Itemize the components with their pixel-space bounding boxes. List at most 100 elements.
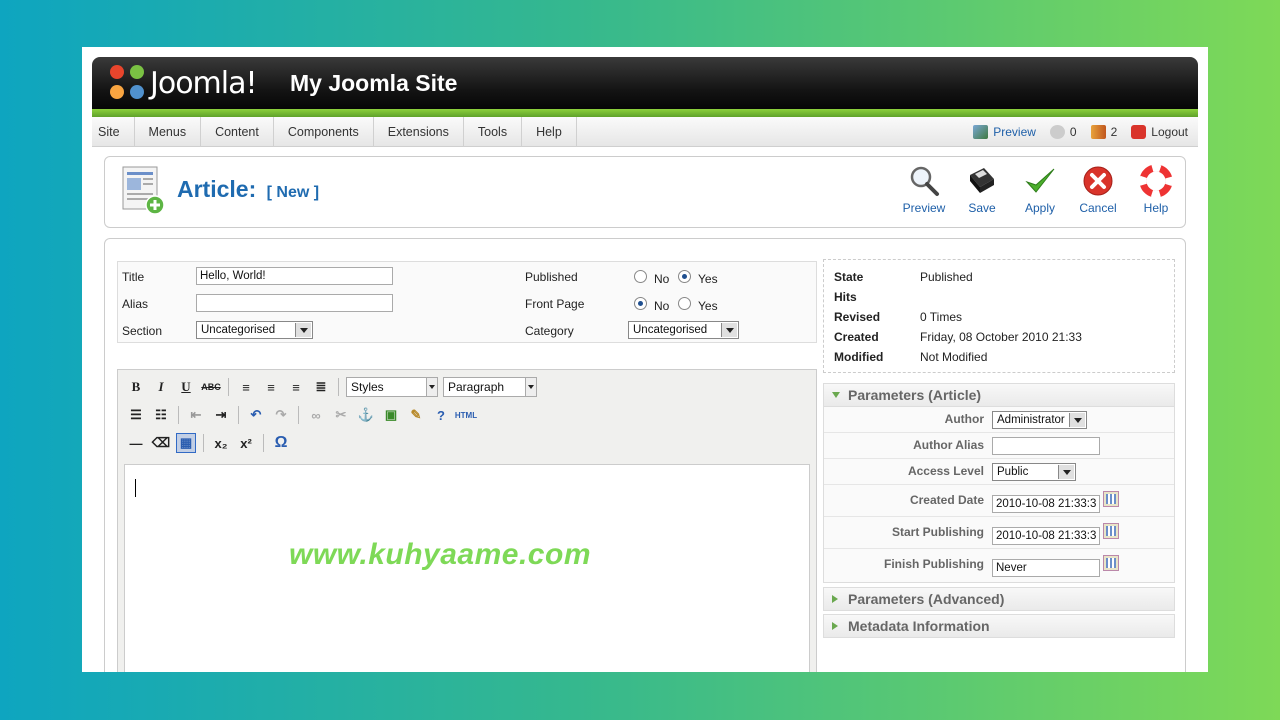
editor-toolbar-row-2: ☰ ☷ ⇤ ⇥ ↶ ↷ ∞ ✂ ⚓ ▣ ✎ ? HTML xyxy=(126,405,477,425)
published-no-label: No xyxy=(654,272,670,286)
anchor-icon[interactable]: ⚓ xyxy=(356,405,376,425)
logout-link[interactable]: Logout xyxy=(1131,125,1188,139)
save-button[interactable]: Save xyxy=(963,165,1001,215)
metadata-information-header[interactable]: Metadata Information xyxy=(823,614,1175,638)
align-justify-icon[interactable]: ≣ xyxy=(311,377,331,397)
users-online[interactable]: 2 xyxy=(1090,125,1117,139)
category-select[interactable]: Uncategorised xyxy=(628,321,739,339)
underline-icon[interactable]: U xyxy=(176,377,196,397)
created-date-input[interactable] xyxy=(992,495,1100,513)
messages-count[interactable]: 0 xyxy=(1049,125,1077,139)
chevron-right-icon xyxy=(832,595,838,603)
calendar-icon[interactable] xyxy=(1103,555,1119,571)
menu-item-site[interactable]: Site xyxy=(92,117,135,147)
parameters-advanced-header[interactable]: Parameters (Advanced) xyxy=(823,587,1175,611)
menu-item-extensions[interactable]: Extensions xyxy=(374,117,464,147)
preview-link[interactable]: Preview xyxy=(973,125,1036,139)
menu-item-tools[interactable]: Tools xyxy=(464,117,523,147)
lifebuoy-icon xyxy=(1140,165,1172,197)
align-center-icon[interactable]: ≡ xyxy=(261,377,281,397)
section-select[interactable]: Uncategorised xyxy=(196,321,313,339)
align-left-icon[interactable]: ≡ xyxy=(236,377,256,397)
apply-button[interactable]: Apply xyxy=(1021,165,1059,215)
author-select-value: Administrator xyxy=(997,414,1065,426)
calendar-icon[interactable] xyxy=(1103,523,1119,539)
eraser-icon[interactable]: ⌫ xyxy=(151,433,171,453)
menu-item-content[interactable]: Content xyxy=(201,117,274,147)
finish-publishing-row: Finish Publishing xyxy=(824,549,1174,581)
bold-icon[interactable]: B xyxy=(126,377,146,397)
section-select-value: Uncategorised xyxy=(201,324,276,336)
visual-aid-icon[interactable]: ▦ xyxy=(176,433,196,453)
styles-select[interactable]: Styles xyxy=(346,377,438,397)
created-label: Created xyxy=(834,330,879,344)
frontpage-yes-radio[interactable] xyxy=(678,297,691,310)
parameters-article-panel: Author Administrator Author Alias Access… xyxy=(823,407,1175,583)
preview-button-label: Preview xyxy=(902,201,946,215)
indent-icon[interactable]: ⇥ xyxy=(211,405,231,425)
apply-button-label: Apply xyxy=(1024,201,1056,215)
cleanup-icon[interactable]: ✎ xyxy=(406,405,426,425)
toolbar-actions: Preview Save Apply Cancel Help xyxy=(902,165,1175,215)
numbered-list-icon[interactable]: ☷ xyxy=(151,405,171,425)
title-input[interactable] xyxy=(196,267,393,285)
bullet-list-icon[interactable]: ☰ xyxy=(126,405,146,425)
align-right-icon[interactable]: ≡ xyxy=(286,377,306,397)
admin-header: Joomla! My Joomla Site xyxy=(92,57,1198,117)
article-form: Title Alias Section Uncategorised Publis… xyxy=(104,238,1186,672)
preview-site-icon xyxy=(973,125,989,139)
special-character-icon[interactable]: Ω xyxy=(271,433,291,453)
strikethrough-icon[interactable]: ABC xyxy=(201,377,221,397)
help-button[interactable]: Help xyxy=(1137,165,1175,215)
format-select[interactable]: Paragraph xyxy=(443,377,537,397)
logo-text: Joomla! xyxy=(150,65,258,101)
preview-button[interactable]: Preview xyxy=(902,165,946,215)
menu-item-help[interactable]: Help xyxy=(522,117,577,147)
toolbar-separator xyxy=(263,434,264,452)
published-yes-label: Yes xyxy=(698,272,718,286)
cancel-button[interactable]: Cancel xyxy=(1079,165,1117,215)
start-publishing-input[interactable] xyxy=(992,527,1100,545)
undo-icon[interactable]: ↶ xyxy=(246,405,266,425)
subscript-icon[interactable]: x₂ xyxy=(211,433,231,453)
chevron-down-icon xyxy=(525,378,536,396)
author-alias-row: Author Alias xyxy=(824,433,1174,459)
frontpage-no-radio[interactable] xyxy=(634,297,647,310)
watermark-text: www.kuhyaame.com xyxy=(289,538,591,571)
created-date-row: Created Date xyxy=(824,485,1174,517)
access-level-select[interactable]: Public xyxy=(992,463,1076,481)
finish-publishing-input[interactable] xyxy=(992,559,1100,577)
published-no-radio[interactable] xyxy=(634,270,647,283)
unlink-icon[interactable]: ✂ xyxy=(331,405,351,425)
chevron-down-icon xyxy=(426,378,437,396)
menu-item-menus[interactable]: Menus xyxy=(135,117,202,147)
revised-label: Revised xyxy=(834,310,881,324)
editor-toolbar-row-1: B I U ABC ≡ ≡ ≡ ≣ Styles Paragraph xyxy=(126,377,537,397)
italic-icon[interactable]: I xyxy=(151,377,171,397)
outdent-icon[interactable]: ⇤ xyxy=(186,405,206,425)
help-circle-icon[interactable]: ? xyxy=(431,405,451,425)
link-icon[interactable]: ∞ xyxy=(306,405,326,425)
alias-input[interactable] xyxy=(196,294,393,312)
published-yes-radio[interactable] xyxy=(678,270,691,283)
redo-icon[interactable]: ↷ xyxy=(271,405,291,425)
calendar-icon[interactable] xyxy=(1103,491,1119,507)
author-select[interactable]: Administrator xyxy=(992,411,1087,429)
menu-item-components[interactable]: Components xyxy=(274,117,374,147)
modified-label: Modified xyxy=(834,350,884,364)
parameters-article-header[interactable]: Parameters (Article) xyxy=(823,383,1175,407)
chevron-down-icon xyxy=(1058,465,1074,479)
joomla-logo: Joomla! xyxy=(110,65,258,101)
horizontal-rule-icon[interactable]: — xyxy=(126,433,146,453)
image-icon[interactable]: ▣ xyxy=(381,405,401,425)
html-source-icon[interactable]: HTML xyxy=(455,405,477,425)
start-publishing-label: Start Publishing xyxy=(891,525,984,539)
chevron-down-icon xyxy=(1069,413,1085,427)
page-title-text: Article: xyxy=(177,176,257,202)
header-accent-bar xyxy=(92,109,1198,117)
superscript-icon[interactable]: x² xyxy=(236,433,256,453)
joomla-logo-icon xyxy=(110,65,146,101)
category-label: Category xyxy=(525,324,574,338)
chevron-down-icon xyxy=(721,323,737,337)
author-alias-input[interactable] xyxy=(992,437,1100,455)
